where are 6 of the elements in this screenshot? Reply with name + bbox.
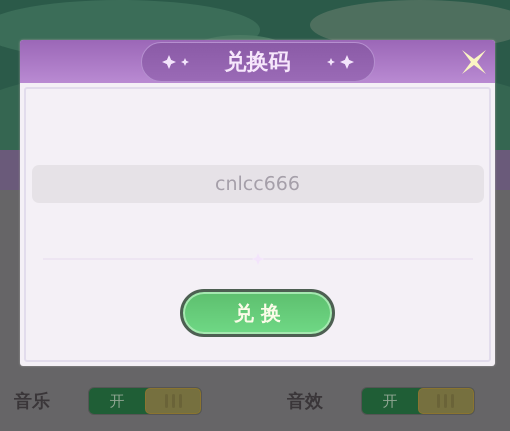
toggle-switch[interactable]: 开 <box>88 387 202 415</box>
dialog-title: 兑换码 <box>224 48 290 76</box>
redeem-button[interactable]: 兑 换 <box>180 289 335 337</box>
toggle-switch[interactable]: 开 <box>360 387 475 415</box>
close-icon[interactable] <box>459 47 489 77</box>
code-field[interactable]: cnlcc666 <box>32 165 484 203</box>
